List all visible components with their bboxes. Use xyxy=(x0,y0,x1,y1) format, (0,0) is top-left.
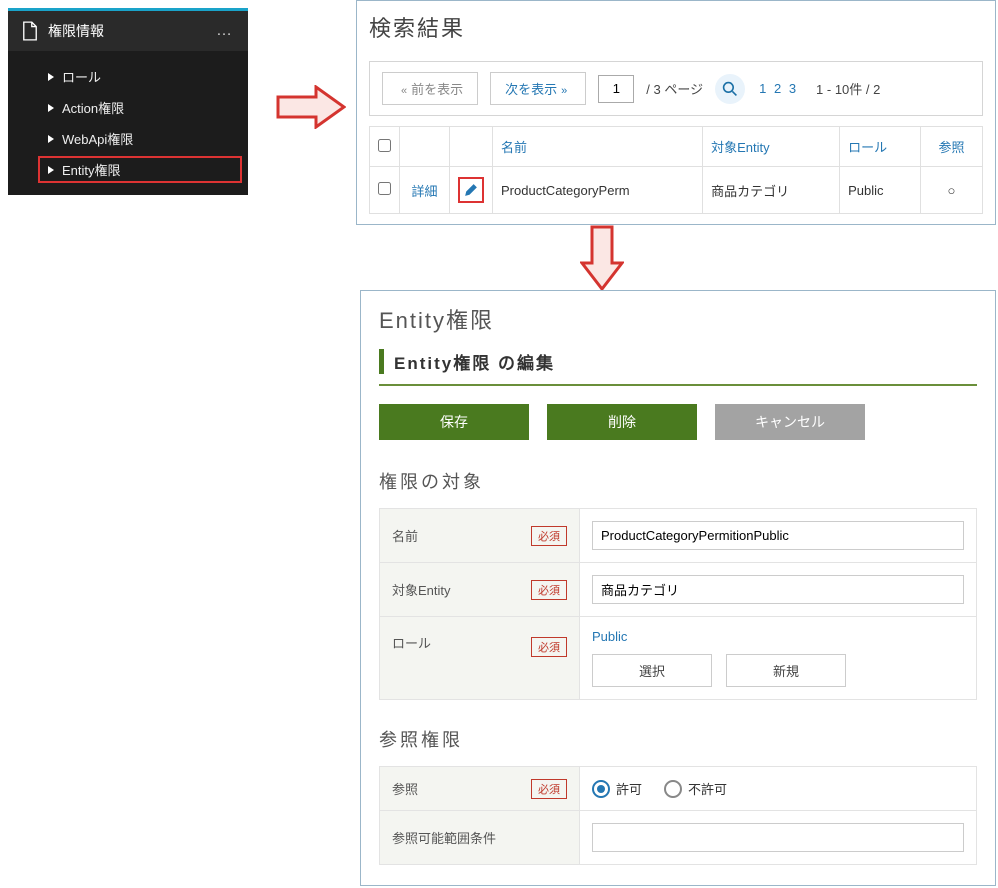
required-badge: 必須 xyxy=(531,526,567,546)
ref-scope-label-cell: 参照可能範囲条件 xyxy=(380,811,580,865)
ref-form: 参照 必須 許可 不許可 参照可能範囲条件 xyxy=(379,766,977,865)
sidebar-item-webapi[interactable]: WebApi権限 xyxy=(8,123,248,154)
search-results-panel: 検索結果 «前を表示 次を表示» / 3 ページ 1 2 3 1 - 10件 /… xyxy=(356,0,996,225)
table-row: 詳細 ProductCategoryPerm 商品カテゴリ Public ○ xyxy=(370,167,983,214)
name-label: 名前 xyxy=(392,529,418,544)
sidebar-title: 権限情報 xyxy=(48,21,104,41)
row-checkbox[interactable] xyxy=(378,182,391,195)
triangle-icon xyxy=(48,104,54,112)
pager: «前を表示 次を表示» / 3 ページ 1 2 3 1 - 10件 / 2 xyxy=(369,61,983,116)
total-pages-text: / 3 ページ xyxy=(646,79,703,98)
save-button[interactable]: 保存 xyxy=(379,404,529,440)
entity-label-cell: 対象Entity 必須 xyxy=(380,563,580,617)
new-role-button[interactable]: 新規 xyxy=(726,654,846,687)
header-entity[interactable]: 対象Entity xyxy=(703,127,840,167)
target-form: 名前 必須 対象Entity 必須 ロール 必須 Public 選択 新規 xyxy=(379,508,977,700)
next-page-button[interactable]: 次を表示» xyxy=(490,72,586,105)
ref-allow-label: 許可 xyxy=(616,779,642,798)
page-number-input[interactable] xyxy=(598,75,634,103)
sidebar: 権限情報 … ロール Action権限 WebApi権限 Entity権限 xyxy=(8,8,248,195)
sidebar-item-label: Entity権限 xyxy=(62,160,121,179)
triangle-icon xyxy=(48,135,54,143)
radio-icon xyxy=(664,780,682,798)
search-results-title: 検索結果 xyxy=(369,11,983,43)
edit-button[interactable] xyxy=(458,177,484,203)
name-input[interactable] xyxy=(592,521,964,550)
header-blank xyxy=(400,127,450,167)
cell-name: ProductCategoryPerm xyxy=(493,167,703,214)
cell-role: Public xyxy=(840,167,921,214)
triangle-icon xyxy=(48,166,54,174)
divider xyxy=(379,384,977,386)
sidebar-header: 権限情報 … xyxy=(8,11,248,51)
cancel-button[interactable]: キャンセル xyxy=(715,404,865,440)
ref-label-cell: 参照 必須 xyxy=(380,767,580,811)
results-table: 名前 対象Entity ロール 参照 詳細 ProductCategoryPer… xyxy=(369,126,983,214)
entity-input[interactable] xyxy=(592,575,964,604)
header-role[interactable]: ロール xyxy=(840,127,921,167)
select-all-checkbox[interactable] xyxy=(378,139,391,152)
entity-label: 対象Entity xyxy=(392,583,451,598)
name-label-cell: 名前 必須 xyxy=(380,509,580,563)
ref-scope-label: 参照可能範囲条件 xyxy=(392,831,496,846)
required-badge: 必須 xyxy=(531,580,567,600)
panel-subtitle: Entity権限 の編集 xyxy=(379,349,977,374)
sidebar-item-label: Action権限 xyxy=(62,98,124,117)
table-header-row: 名前 対象Entity ロール 参照 xyxy=(370,127,983,167)
action-buttons: 保存 削除 キャンセル xyxy=(379,404,977,440)
flow-arrow-right-icon xyxy=(276,85,346,129)
ref-section-title: 参照権限 xyxy=(379,726,977,752)
radio-icon xyxy=(592,780,610,798)
sidebar-item-role[interactable]: ロール xyxy=(8,61,248,92)
page-link[interactable]: 3 xyxy=(789,81,796,96)
search-button[interactable] xyxy=(715,74,745,104)
cell-entity: 商品カテゴリ xyxy=(703,167,840,214)
sidebar-item-label: WebApi権限 xyxy=(62,129,133,148)
role-label-cell: ロール 必須 xyxy=(380,617,580,700)
header-ref[interactable]: 参照 xyxy=(920,127,982,167)
sidebar-item-action[interactable]: Action権限 xyxy=(8,92,248,123)
role-value-link[interactable]: Public xyxy=(592,629,627,644)
ref-radio-group: 許可 不許可 xyxy=(592,779,964,798)
pencil-icon xyxy=(464,183,478,197)
panel-title: Entity権限 xyxy=(379,303,977,335)
sidebar-list: ロール Action権限 WebApi権限 Entity権限 xyxy=(8,51,248,195)
target-section-title: 権限の対象 xyxy=(379,468,977,494)
page-link[interactable]: 2 xyxy=(774,81,781,96)
detail-link[interactable]: 詳細 xyxy=(400,167,450,214)
document-icon xyxy=(22,21,38,41)
header-checkbox-cell xyxy=(370,127,400,167)
triangle-icon xyxy=(48,73,54,81)
ref-deny-label: 不許可 xyxy=(688,779,727,798)
result-range-text: 1 - 10件 / 2 xyxy=(816,79,880,98)
header-name[interactable]: 名前 xyxy=(493,127,703,167)
flow-arrow-down-icon xyxy=(580,225,624,291)
select-role-button[interactable]: 選択 xyxy=(592,654,712,687)
required-badge: 必須 xyxy=(531,637,567,657)
cell-ref: ○ xyxy=(920,167,982,214)
prev-page-button[interactable]: «前を表示 xyxy=(382,72,478,105)
delete-button[interactable]: 削除 xyxy=(547,404,697,440)
ref-label: 参照 xyxy=(392,782,418,797)
entity-permission-edit-panel: Entity権限 Entity権限 の編集 保存 削除 キャンセル 権限の対象 … xyxy=(360,290,996,886)
ref-deny-radio[interactable]: 不許可 xyxy=(664,779,727,798)
more-icon[interactable]: … xyxy=(216,22,234,40)
page-links: 1 2 3 xyxy=(757,81,798,96)
search-icon xyxy=(722,81,738,97)
sidebar-item-entity[interactable]: Entity権限 xyxy=(38,156,242,183)
required-badge: 必須 xyxy=(531,779,567,799)
role-label: ロール xyxy=(392,636,431,651)
ref-scope-input[interactable] xyxy=(592,823,964,852)
header-blank xyxy=(450,127,493,167)
page-link[interactable]: 1 xyxy=(759,81,766,96)
sidebar-item-label: ロール xyxy=(62,67,101,86)
ref-allow-radio[interactable]: 許可 xyxy=(592,779,642,798)
